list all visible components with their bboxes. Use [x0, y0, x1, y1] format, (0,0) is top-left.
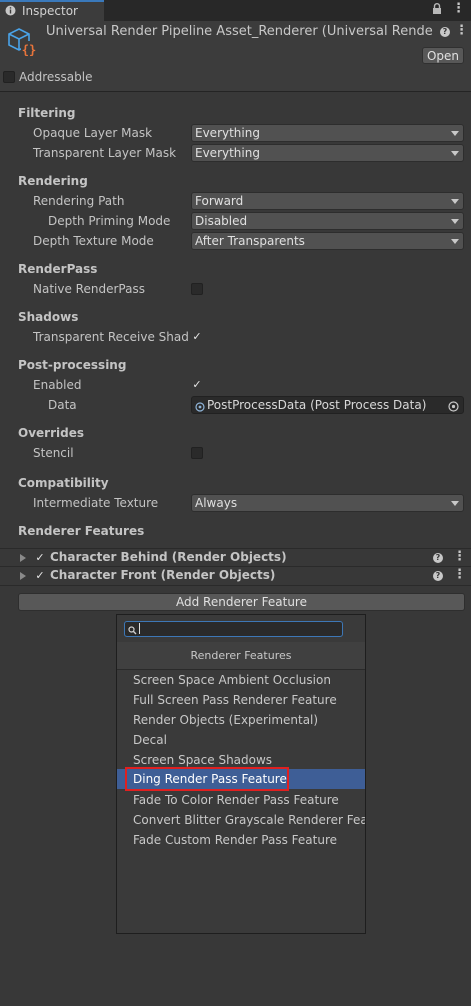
popup-header: Renderer Features: [117, 642, 365, 670]
opaque-layer-mask-label: Opaque Layer Mask: [33, 126, 153, 140]
open-button[interactable]: Open: [422, 47, 464, 64]
dropdown-value: Forward: [195, 194, 244, 208]
object-field-value: PostProcessData (Post Process Data): [207, 398, 427, 412]
asset-title: Universal Render Pipeline Asset_Renderer…: [46, 24, 433, 39]
foldout-arrow-icon[interactable]: [20, 554, 26, 562]
post-processing-enabled-label: Enabled: [33, 378, 82, 392]
renderer-asset-icon: {}: [8, 28, 38, 58]
stencil-label: Stencil: [33, 446, 74, 460]
opaque-layer-mask-dropdown[interactable]: Everything: [191, 124, 464, 142]
transparent-layer-mask-label: Transparent Layer Mask: [33, 146, 177, 160]
transparent-receive-shadows-label: Transparent Receive Shado: [33, 330, 189, 344]
native-renderpass-checkbox[interactable]: [191, 283, 203, 295]
dropdown-value: Always: [195, 496, 238, 510]
depth-texture-mode-dropdown[interactable]: After Transparents: [191, 232, 464, 250]
menu-item[interactable]: Screen Space Ambient Occlusion: [117, 670, 365, 690]
tab-inspector[interactable]: Inspector: [0, 0, 104, 21]
chevron-down-icon: [451, 131, 459, 136]
header-menu-icon[interactable]: ⋮: [455, 23, 468, 38]
intermediate-texture-label: Intermediate Texture: [33, 496, 159, 510]
chevron-down-icon: [451, 239, 459, 244]
transparent-layer-mask-dropdown[interactable]: Everything: [191, 144, 464, 162]
help-icon[interactable]: ?: [440, 27, 450, 37]
chevron-down-icon: [451, 219, 459, 224]
chevron-down-icon: [451, 501, 459, 506]
depth-priming-mode-label: Depth Priming Mode: [48, 214, 171, 228]
intermediate-texture-dropdown[interactable]: Always: [191, 494, 464, 512]
scriptable-object-icon: [195, 400, 205, 413]
menu-item[interactable]: Decal: [117, 730, 365, 750]
renderer-feature-row[interactable]: ✓ Character Front (Render Objects) ? ⋮: [0, 566, 471, 586]
section-overrides: Overrides: [18, 426, 84, 440]
dropdown-value: Everything: [195, 126, 260, 140]
foldout-arrow-icon[interactable]: [20, 572, 26, 580]
post-processing-enabled-checkbox[interactable]: ✓: [191, 379, 203, 391]
chevron-down-icon: [451, 151, 459, 156]
section-compatibility: Compatibility: [18, 476, 109, 490]
native-renderpass-label: Native RenderPass: [33, 282, 145, 296]
post-process-data-label: Data: [48, 398, 77, 412]
menu-item[interactable]: Fade Custom Render Pass Feature: [117, 830, 365, 850]
menu-item[interactable]: Convert Blitter Grayscale Renderer Featu…: [117, 810, 365, 830]
tab-label: Inspector: [22, 4, 78, 18]
dropdown-value: Everything: [195, 146, 260, 160]
transparent-receive-shadows-checkbox[interactable]: ✓: [191, 331, 203, 343]
chevron-down-icon: [451, 199, 459, 204]
dropdown-value: Disabled: [195, 214, 248, 228]
depth-texture-mode-label: Depth Texture Mode: [33, 234, 154, 248]
feature-label: Character Behind (Render Objects): [50, 550, 287, 564]
help-icon[interactable]: ?: [433, 553, 443, 563]
annotation-highlight-box: [125, 767, 289, 791]
search-icon: [128, 624, 137, 638]
menu-item[interactable]: Full Screen Pass Renderer Feature: [117, 690, 365, 710]
depth-priming-mode-dropdown[interactable]: Disabled: [191, 212, 464, 230]
info-icon: [5, 5, 16, 16]
feature-enabled-checkbox[interactable]: ✓: [34, 570, 46, 582]
lock-icon[interactable]: [432, 3, 442, 17]
stencil-checkbox[interactable]: [191, 447, 203, 459]
tab-menu-icon[interactable]: ⋮: [452, 1, 465, 16]
object-picker-icon[interactable]: [448, 400, 459, 413]
post-process-data-field[interactable]: PostProcessData (Post Process Data): [191, 396, 464, 414]
renderer-feature-row[interactable]: ✓ Character Behind (Render Objects) ? ⋮: [0, 548, 471, 567]
section-filtering: Filtering: [18, 106, 76, 120]
addressable-label: Addressable: [19, 70, 93, 84]
feature-menu-icon[interactable]: ⋮: [453, 567, 466, 582]
rendering-path-label: Rendering Path: [33, 194, 125, 208]
svg-text:{}: {}: [22, 43, 36, 57]
feature-enabled-checkbox[interactable]: ✓: [34, 552, 46, 564]
section-post-processing: Post-processing: [18, 358, 127, 372]
add-renderer-feature-button[interactable]: Add Renderer Feature: [18, 593, 465, 611]
addressable-checkbox[interactable]: [3, 71, 15, 83]
rendering-path-dropdown[interactable]: Forward: [191, 192, 464, 210]
section-shadows: Shadows: [18, 310, 79, 324]
help-icon[interactable]: ?: [433, 571, 443, 581]
section-rendering: Rendering: [18, 174, 88, 188]
feature-label: Character Front (Render Objects): [50, 568, 276, 582]
menu-item[interactable]: Render Objects (Experimental): [117, 710, 365, 730]
section-renderpass: RenderPass: [18, 262, 98, 276]
search-input[interactable]: [124, 621, 343, 637]
dropdown-value: After Transparents: [195, 234, 305, 248]
section-renderer-features: Renderer Features: [18, 524, 145, 538]
menu-item[interactable]: Fade To Color Render Pass Feature: [117, 790, 365, 810]
text-cursor: [139, 623, 140, 634]
feature-menu-icon[interactable]: ⋮: [453, 549, 466, 564]
